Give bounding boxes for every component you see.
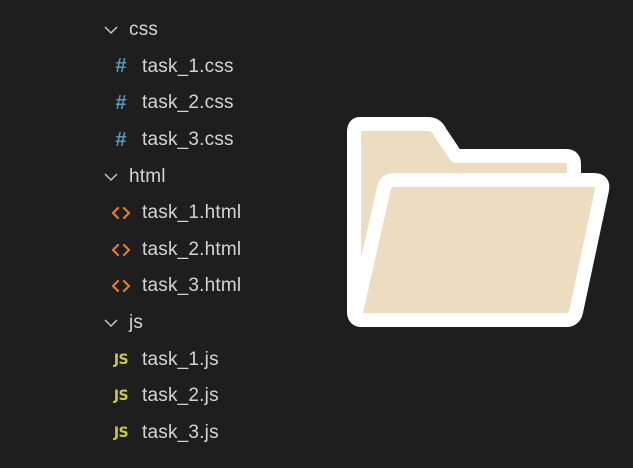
chevron-down-icon[interactable]: [103, 315, 119, 331]
file-label: task_1.css: [142, 55, 234, 77]
open-folder-icon: [344, 112, 612, 338]
js-icon: JS: [113, 388, 129, 405]
file-task-1-js[interactable]: JS task_1.js: [0, 341, 330, 378]
js-icon: JS: [113, 424, 129, 441]
file-task-2-js[interactable]: JS task_2.js: [0, 378, 330, 415]
css-hash-icon: #: [115, 55, 127, 78]
file-label: task_3.js: [142, 421, 219, 443]
folder-html[interactable]: html: [0, 158, 330, 195]
folder-label: js: [129, 312, 144, 334]
chevron-down-icon[interactable]: [103, 22, 119, 38]
file-label: task_2.js: [142, 385, 219, 407]
css-hash-icon: #: [115, 128, 127, 151]
folder-label: css: [129, 19, 159, 41]
html-code-icon: [110, 243, 132, 257]
file-task-1-css[interactable]: # task_1.css: [0, 49, 330, 86]
html-code-icon: [110, 206, 132, 220]
file-explorer-tree: css # task_1.css # task_2.css # task_3.c…: [0, 12, 330, 451]
js-icon: JS: [113, 351, 129, 368]
file-label: task_1.js: [142, 348, 219, 370]
file-task-2-html[interactable]: task_2.html: [0, 232, 330, 269]
file-task-1-html[interactable]: task_1.html: [0, 195, 330, 232]
folder-css[interactable]: css: [0, 12, 330, 49]
file-task-3-js[interactable]: JS task_3.js: [0, 415, 330, 452]
folder-label: html: [129, 165, 166, 187]
file-label: task_3.html: [142, 275, 242, 297]
css-hash-icon: #: [115, 91, 127, 114]
chevron-down-icon[interactable]: [103, 169, 119, 185]
file-label: task_2.html: [142, 238, 242, 260]
file-task-3-css[interactable]: # task_3.css: [0, 122, 330, 159]
file-label: task_2.css: [142, 92, 234, 114]
file-task-2-css[interactable]: # task_2.css: [0, 85, 330, 122]
file-task-3-html[interactable]: task_3.html: [0, 268, 330, 305]
html-code-icon: [110, 279, 132, 293]
file-label: task_3.css: [142, 129, 234, 151]
file-label: task_1.html: [142, 202, 242, 224]
folder-js[interactable]: js: [0, 305, 330, 342]
